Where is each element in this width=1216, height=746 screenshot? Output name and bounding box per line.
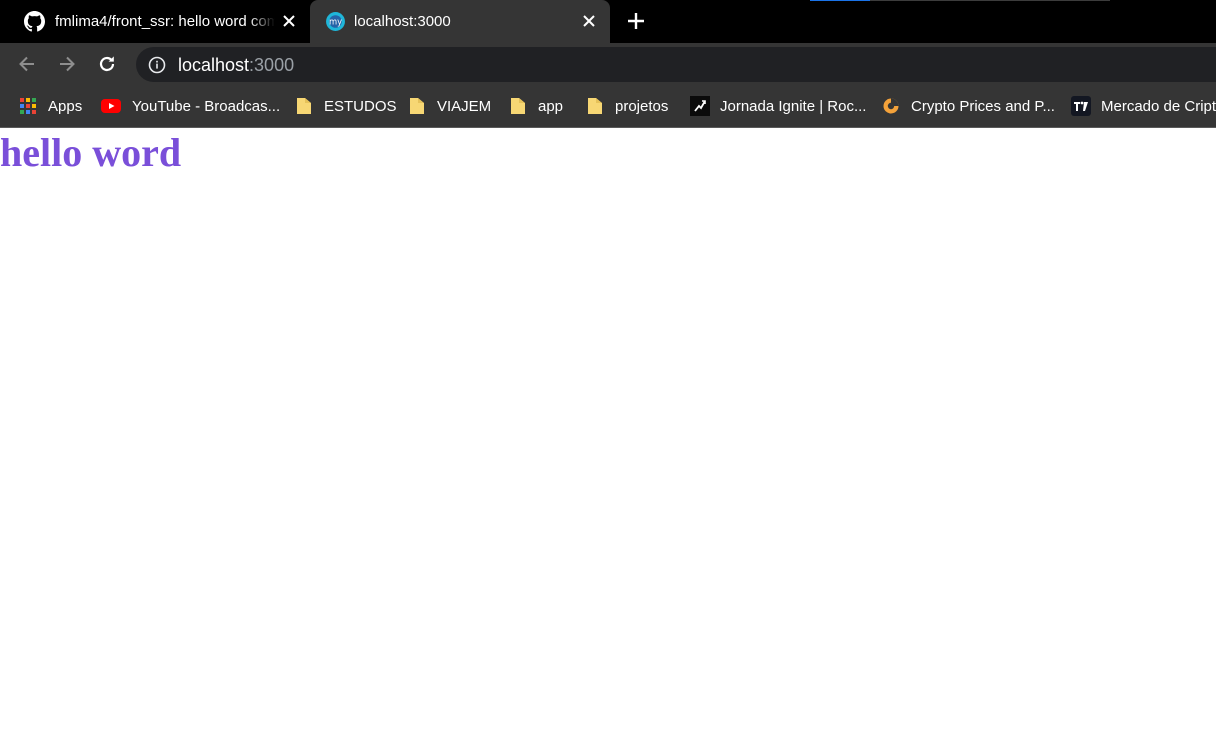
youtube-icon <box>101 99 121 113</box>
url-host: localhost <box>178 55 250 75</box>
url-text[interactable]: localhost:3000 <box>178 55 294 75</box>
info-icon[interactable] <box>148 56 166 74</box>
forward-button[interactable] <box>56 53 78 75</box>
bookmark-folder-viajem[interactable]: VIAJEM <box>408 85 491 127</box>
arrow-left-icon <box>19 56 34 72</box>
page-viewport: hello word <box>0 128 1216 746</box>
apps-grid-icon <box>20 98 36 114</box>
browser-toolbar: localhost:3000 <box>0 43 1216 85</box>
bookmark-label: VIAJEM <box>437 97 492 115</box>
tabstrip-top-highlight <box>810 0 870 1</box>
plus-icon <box>628 13 644 29</box>
github-icon <box>24 11 45 32</box>
back-button[interactable] <box>16 53 38 75</box>
page-heading: hello word <box>0 130 182 175</box>
tradingview-icon <box>1071 96 1091 116</box>
bookmark-jornada-ignite[interactable]: Jornada Ignite | Roc... <box>690 85 866 127</box>
folder-icon <box>588 98 602 114</box>
new-tab-button[interactable] <box>624 9 648 33</box>
close-tab-icon[interactable] <box>580 12 598 30</box>
bookmark-coingecko[interactable]: Crypto Prices and P... <box>882 85 1055 127</box>
bookmark-folder-estudos[interactable]: ESTUDOS <box>295 85 397 127</box>
bookmarks-bar: Apps YouTube - Broadcas... ESTUDOS VIAJE… <box>0 85 1216 128</box>
tab-title: localhost:3000 <box>354 13 451 30</box>
close-tab-icon[interactable] <box>280 12 298 30</box>
coingecko-icon <box>883 98 899 114</box>
reload-button[interactable] <box>96 53 118 75</box>
bookmark-folder-projetos[interactable]: projetos <box>586 85 668 127</box>
bookmark-apps[interactable]: Apps <box>19 85 82 127</box>
reload-icon <box>99 56 115 72</box>
folder-icon <box>511 98 525 114</box>
folder-icon <box>297 98 311 114</box>
bookmark-label: Jornada Ignite | Roc... <box>720 97 867 115</box>
folder-icon <box>410 98 424 114</box>
tab-github[interactable]: fmlima4/front_ssr: hello word com next.j… <box>0 0 310 43</box>
url-port: :3000 <box>249 55 295 75</box>
tab-title: fmlima4/front_ssr: hello word com next.j… <box>55 13 275 30</box>
svg-text:my: my <box>329 17 342 27</box>
bookmark-tradingview[interactable]: Mercado de Cripto <box>1071 85 1216 127</box>
bookmark-label: app <box>538 97 564 115</box>
tab-strip: fmlima4/front_ssr: hello word com next.j… <box>0 0 1216 43</box>
bookmark-label: ESTUDOS <box>324 97 397 115</box>
site-favicon: my <box>326 12 345 31</box>
tab-localhost[interactable]: my localhost:3000 <box>310 0 610 43</box>
address-bar[interactable]: localhost:3000 <box>136 47 1216 82</box>
bookmark-youtube[interactable]: YouTube - Broadcas... <box>101 85 280 127</box>
rocketseat-icon <box>690 96 710 116</box>
bookmark-label: YouTube - Broadcas... <box>132 97 281 115</box>
bookmark-label: projetos <box>615 97 669 115</box>
bookmark-label: Crypto Prices and P... <box>911 97 1055 115</box>
bookmark-folder-app[interactable]: app <box>509 85 563 127</box>
arrow-right-icon <box>60 56 75 72</box>
bookmark-label: Mercado de Cripto <box>1101 97 1216 115</box>
bookmark-label: Apps <box>48 97 83 115</box>
